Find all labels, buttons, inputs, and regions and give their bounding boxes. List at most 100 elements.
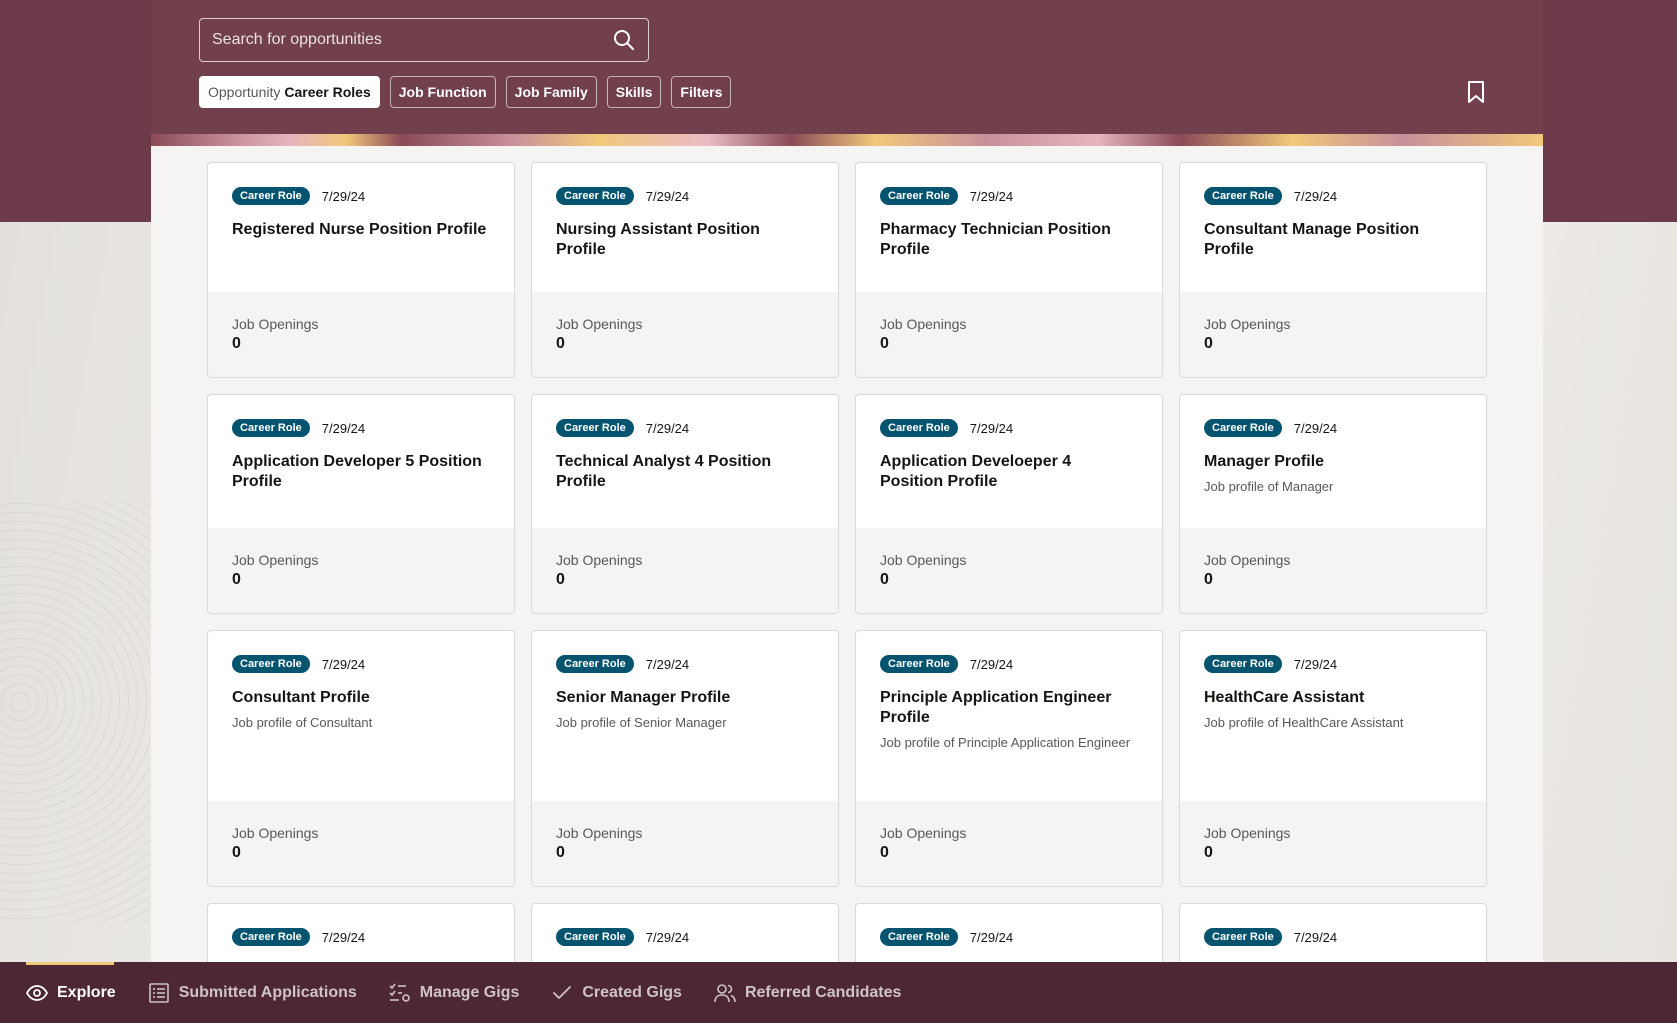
job-openings-label: Job Openings (880, 316, 967, 332)
card-footer: Job Openings 0 (856, 528, 1162, 613)
career-role-card[interactable]: Career Role 7/29/24 Manager Profile Job … (1179, 394, 1487, 614)
card-description: Job profile of Principle Application Eng… (880, 735, 1131, 750)
job-openings-count: 0 (556, 844, 565, 861)
card-header: Career Role 7/29/24 (856, 904, 1162, 962)
chip-job-function[interactable]: Job Function (389, 76, 496, 108)
chip-career-roles[interactable]: Opportunity Career Roles (199, 76, 380, 108)
career-role-card[interactable]: Career Role 7/29/24 (855, 903, 1163, 962)
card-meta: Career Role 7/29/24 (556, 655, 814, 673)
card-title[interactable]: Technical Analyst 4 Position Profile (556, 452, 814, 492)
search-icon[interactable] (612, 28, 636, 52)
card-meta: Career Role 7/29/24 (232, 187, 490, 205)
card-header: Career Role 7/29/24 HealthCare Assistant… (1180, 631, 1486, 801)
decorative-band (151, 134, 1543, 146)
career-role-card[interactable]: Career Role 7/29/24 Senior Manager Profi… (531, 630, 839, 887)
card-meta: Career Role 7/29/24 (556, 187, 814, 205)
card-footer: Job Openings 0 (532, 528, 838, 613)
career-role-badge: Career Role (1204, 928, 1282, 946)
card-meta: Career Role 7/29/24 (880, 187, 1138, 205)
card-date: 7/29/24 (645, 188, 690, 204)
card-title[interactable]: Nursing Assistant Position Profile (556, 220, 814, 260)
nav-submitted-applications[interactable]: Submitted Applications (148, 982, 357, 1004)
card-title[interactable]: Senior Manager Profile (556, 688, 814, 708)
career-role-card[interactable]: Career Role 7/29/24 HealthCare Assistant… (1179, 630, 1487, 887)
card-date: 7/29/24 (645, 420, 690, 436)
card-header: Career Role 7/29/24 (1180, 904, 1486, 962)
career-role-card[interactable]: Career Role 7/29/24 Technical Analyst 4 … (531, 394, 839, 614)
career-role-card[interactable]: Career Role 7/29/24 Nursing Assistant Po… (531, 162, 839, 378)
nav-manage-gigs[interactable]: Manage Gigs (389, 982, 519, 1004)
job-openings-label: Job Openings (1204, 825, 1291, 841)
card-header: Career Role 7/29/24 Manager Profile Job … (1180, 395, 1486, 528)
career-role-card[interactable]: Career Role 7/29/24 Application Develoep… (855, 394, 1163, 614)
job-openings-label: Job Openings (232, 552, 319, 568)
job-openings-count: 0 (880, 571, 889, 588)
bookmark-icon[interactable] (1465, 80, 1487, 104)
card-footer: Job Openings 0 (856, 292, 1162, 377)
career-role-card[interactable]: Career Role 7/29/24 (207, 903, 515, 962)
card-header: Career Role 7/29/24 Application Develope… (208, 395, 514, 528)
chip-prefix: Opportunity (208, 84, 281, 100)
career-role-badge: Career Role (556, 419, 634, 437)
job-openings-count: 0 (1204, 335, 1213, 352)
nav-referred-candidates[interactable]: Referred Candidates (714, 982, 901, 1004)
card-date: 7/29/24 (321, 929, 366, 945)
career-role-card[interactable]: Career Role 7/29/24 (531, 903, 839, 962)
search-box (199, 18, 649, 62)
card-date: 7/29/24 (321, 188, 366, 204)
card-title[interactable]: Consultant Manage Position Profile (1204, 220, 1462, 260)
card-meta: Career Role 7/29/24 (232, 419, 490, 437)
card-title[interactable]: Registered Nurse Position Profile (232, 220, 490, 240)
job-openings-count: 0 (232, 571, 241, 588)
bottom-navigation: Explore Submitted Applications Manage Gi… (0, 962, 1677, 1023)
active-tab-indicator (26, 962, 114, 965)
card-meta: Career Role 7/29/24 (880, 419, 1138, 437)
card-date: 7/29/24 (1293, 420, 1338, 436)
card-footer: Job Openings 0 (1180, 292, 1486, 377)
card-title[interactable]: Pharmacy Technician Position Profile (880, 220, 1138, 260)
card-title[interactable]: Manager Profile (1204, 452, 1462, 472)
career-role-badge: Career Role (232, 928, 310, 946)
card-header: Career Role 7/29/24 (208, 904, 514, 962)
career-role-card[interactable]: Career Role 7/29/24 Pharmacy Technician … (855, 162, 1163, 378)
search-header: Opportunity Career Roles Job Function Jo… (151, 0, 1543, 134)
nav-created-gigs[interactable]: Created Gigs (551, 982, 682, 1004)
career-role-badge: Career Role (880, 655, 958, 673)
chip-filters[interactable]: Filters (671, 76, 732, 108)
search-input[interactable] (212, 31, 612, 49)
career-role-card[interactable]: Career Role 7/29/24 Consultant Manage Po… (1179, 162, 1487, 378)
card-header: Career Role 7/29/24 Technical Analyst 4 … (532, 395, 838, 528)
career-role-grid: Career Role 7/29/24 Registered Nurse Pos… (207, 162, 1487, 962)
card-header: Career Role 7/29/24 Pharmacy Technician … (856, 163, 1162, 292)
card-description: Job profile of HealthCare Assistant (1204, 715, 1404, 730)
job-openings-count: 0 (880, 335, 889, 352)
chip-job-family[interactable]: Job Family (505, 76, 597, 108)
career-role-badge: Career Role (1204, 187, 1282, 205)
people-icon (714, 982, 736, 1004)
card-date: 7/29/24 (969, 420, 1014, 436)
career-role-card[interactable]: Career Role 7/29/24 (1179, 903, 1487, 962)
card-footer: Job Openings 0 (208, 801, 514, 886)
card-meta: Career Role 7/29/24 (880, 655, 1138, 673)
career-role-card[interactable]: Career Role 7/29/24 Consultant Profile J… (207, 630, 515, 887)
card-footer: Job Openings 0 (1180, 801, 1486, 886)
card-title[interactable]: HealthCare Assistant (1204, 688, 1462, 708)
checkmark-icon (551, 982, 573, 1004)
card-title[interactable]: Application Developer 5 Position Profile (232, 452, 490, 492)
chip-skills[interactable]: Skills (606, 76, 662, 108)
nav-explore[interactable]: Explore (26, 982, 116, 1004)
results-panel: Career Role 7/29/24 Registered Nurse Pos… (151, 134, 1543, 962)
chip-label: Career Roles (284, 84, 371, 100)
career-role-card[interactable]: Career Role 7/29/24 Principle Applicatio… (855, 630, 1163, 887)
card-meta: Career Role 7/29/24 (232, 928, 490, 946)
career-role-badge: Career Role (232, 655, 310, 673)
card-date: 7/29/24 (969, 929, 1014, 945)
card-date: 7/29/24 (321, 656, 366, 672)
checklist-gear-icon (389, 982, 411, 1004)
card-title[interactable]: Principle Application Engineer Profile (880, 688, 1138, 728)
card-title[interactable]: Application Develoeper 4 Position Profil… (880, 452, 1138, 492)
career-role-card[interactable]: Career Role 7/29/24 Application Develope… (207, 394, 515, 614)
card-title[interactable]: Consultant Profile (232, 688, 490, 708)
career-role-card[interactable]: Career Role 7/29/24 Registered Nurse Pos… (207, 162, 515, 378)
card-footer: Job Openings 0 (208, 292, 514, 377)
